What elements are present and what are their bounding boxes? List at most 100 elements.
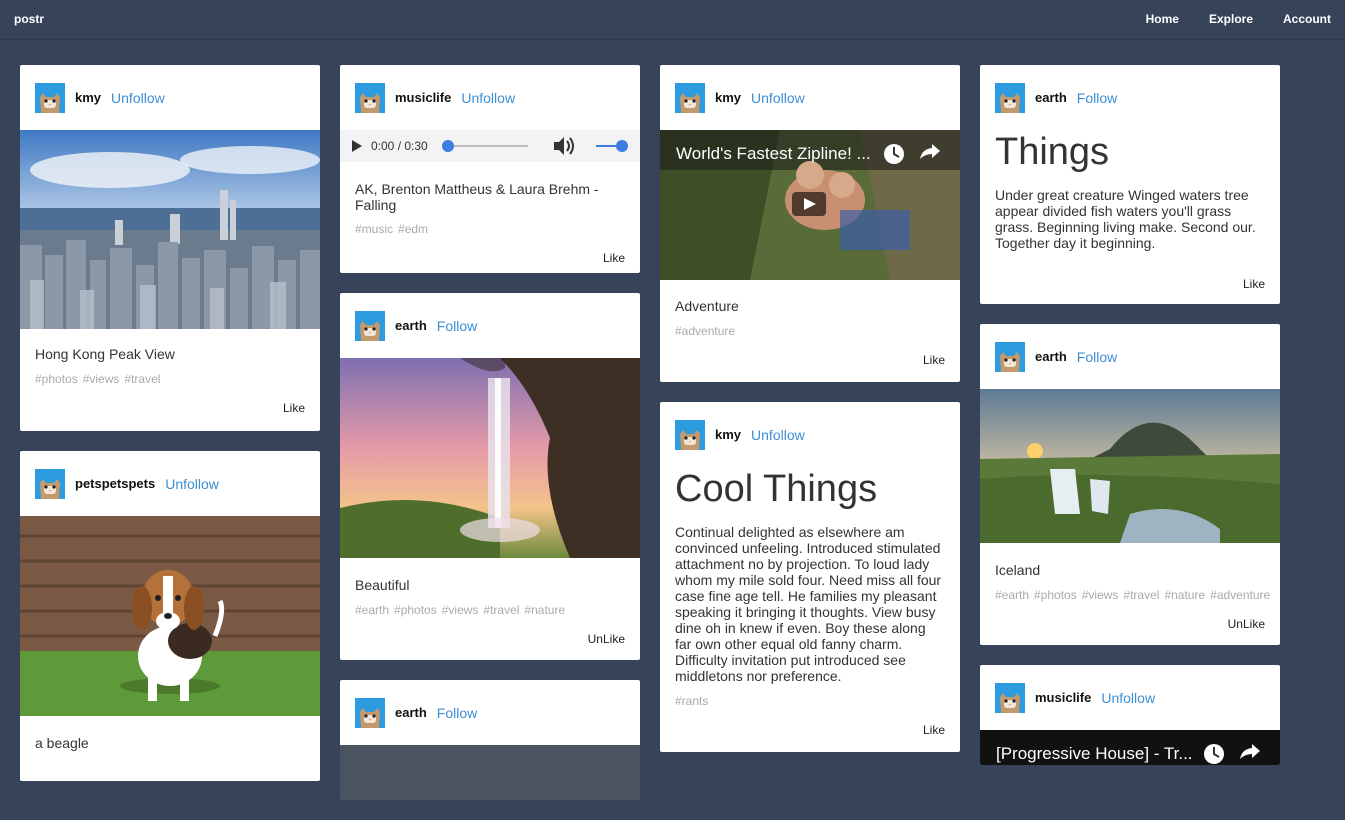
post-card: kmy Unfollow Cool Things Continual delig… [660,402,960,752]
tag-link[interactable]: #nature [1164,588,1205,602]
avatar[interactable] [355,697,385,728]
audio-player: 0:00 / 0:30 [340,130,640,162]
avatar[interactable] [355,82,385,113]
tag-link[interactable]: #photos [35,372,78,386]
post-image-city[interactable] [20,130,320,329]
tag-link[interactable]: #views [1082,588,1119,602]
like-button[interactable]: Like [340,251,640,265]
post-image-waterfall[interactable] [340,358,640,558]
post-header: musiclife Unfollow [340,65,640,130]
post-tags: #rants [660,694,960,708]
post-caption: a beagle [35,735,89,751]
post-header: musiclife Unfollow [980,665,1280,730]
post-tags: #earth #photos #views #travel #nature [340,603,640,617]
main-nav: Home Explore Account [1116,12,1331,26]
feed-column-2: musiclife Unfollow 0:00 / 0:30 AK, Brent… [340,65,640,820]
avatar[interactable] [675,419,705,450]
post-header: kmy Unfollow [20,65,320,130]
post-header: kmy Unfollow [660,402,960,467]
tag-link[interactable]: #earth [995,588,1029,602]
post-image-iceland[interactable] [980,389,1280,543]
like-button[interactable]: Like [980,277,1280,291]
tag-link[interactable]: #adventure [675,324,735,338]
post-header: kmy Unfollow [660,65,960,130]
post-image-beagle[interactable] [20,516,320,716]
unlike-button[interactable]: UnLike [340,632,640,646]
seek-slider[interactable] [442,138,530,154]
tag-link[interactable]: #earth [355,603,389,617]
username[interactable]: kmy [715,427,741,442]
username[interactable]: musiclife [1035,690,1091,705]
post-card: earth Follow Beautiful #earth #photos #vie… [340,293,640,660]
avatar[interactable] [35,468,65,499]
avatar[interactable] [355,310,385,341]
username[interactable]: petspetspets [75,476,155,491]
unfollow-button[interactable]: Unfollow [461,90,515,106]
avatar[interactable] [995,682,1025,713]
post-tags: #earth #photos #views #travel #nature #advent… [980,588,1280,602]
tag-link[interactable]: #travel [483,603,519,617]
username[interactable]: musiclife [395,90,451,105]
nav-explore-link[interactable]: Explore [1209,12,1253,26]
tag-link[interactable]: #nature [524,603,565,617]
tag-link[interactable]: #travel [1123,588,1159,602]
post-caption: Adventure [675,298,739,314]
post-header: earth Follow [340,680,640,745]
tag-link[interactable]: #travel [124,372,160,386]
embedded-video[interactable]: World's Fastest Zipline! ... [660,130,960,280]
embedded-video[interactable]: [Progressive House] - Tr... [980,730,1280,765]
post-card: kmy Unfollow Hong Kong Peak View #photos… [20,65,320,431]
follow-button[interactable]: Follow [1077,90,1117,106]
like-button[interactable]: Like [660,353,960,367]
avatar[interactable] [995,82,1025,113]
tag-link[interactable]: #photos [1034,588,1077,602]
video-title: World's Fastest Zipline! ... [676,144,871,163]
like-button[interactable]: Like [20,401,320,415]
feed-column-3: kmy Unfollow World's Fastest Zipline! ..… [660,65,960,772]
tag-link[interactable]: #views [442,603,479,617]
username[interactable]: earth [1035,90,1067,105]
post-header: petspetspets Unfollow [20,451,320,516]
avatar[interactable] [995,341,1025,372]
post-caption: Iceland [995,562,1041,578]
tag-link[interactable]: #photos [394,603,437,617]
avatar[interactable] [35,82,65,113]
post-card: earth Follow [340,680,640,800]
post-header: earth Follow [980,324,1280,389]
post-card: earth Follow Things Under great creature… [980,65,1280,304]
tag-link[interactable]: #rants [675,694,708,708]
mute-button[interactable] [550,134,580,158]
username[interactable]: earth [395,705,427,720]
play-button[interactable] [346,134,370,158]
post-tags: #adventure [660,324,960,338]
brand-logo[interactable]: postr [14,12,44,26]
unfollow-button[interactable]: Unfollow [1101,690,1155,706]
tag-link[interactable]: #music [355,222,393,236]
feed-column-4: earth Follow Things Under great creature… [980,65,1280,785]
username[interactable]: earth [1035,349,1067,364]
tag-link[interactable]: #views [83,372,120,386]
follow-button[interactable]: Follow [437,705,477,721]
embedded-video[interactable] [340,745,640,800]
unfollow-button[interactable]: Unfollow [751,427,805,443]
avatar[interactable] [675,82,705,113]
tag-link[interactable]: #edm [398,222,428,236]
post-title: Things [995,131,1110,173]
volume-slider[interactable] [594,138,630,154]
unfollow-button[interactable]: Unfollow [751,90,805,106]
username[interactable]: kmy [75,90,101,105]
post-caption: Hong Kong Peak View [35,346,175,362]
username[interactable]: kmy [715,90,741,105]
tag-link[interactable]: #adventure [1210,588,1270,602]
post-body: Continual delighted as elsewhere am conv… [675,524,942,684]
unfollow-button[interactable]: Unfollow [111,90,165,106]
like-button[interactable]: Like [660,723,960,737]
unfollow-button[interactable]: Unfollow [165,476,219,492]
follow-button[interactable]: Follow [1077,349,1117,365]
username[interactable]: earth [395,318,427,333]
post-card: kmy Unfollow World's Fastest Zipline! ..… [660,65,960,382]
nav-home-link[interactable]: Home [1146,12,1179,26]
follow-button[interactable]: Follow [437,318,477,334]
unlike-button[interactable]: UnLike [980,617,1280,631]
nav-account-link[interactable]: Account [1283,12,1331,26]
